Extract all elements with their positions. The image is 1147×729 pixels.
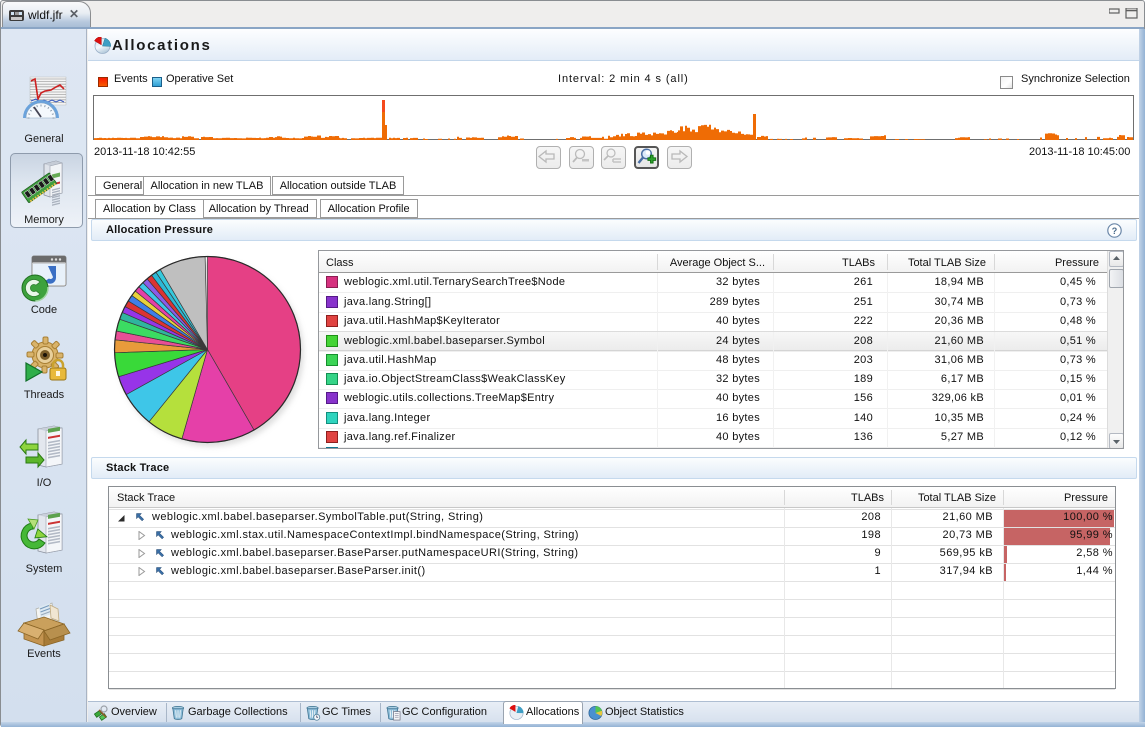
svg-text:?: ? [1112,226,1118,236]
